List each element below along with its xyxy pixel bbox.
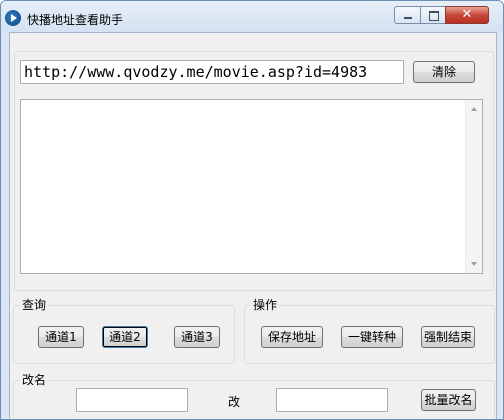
rename-from-input[interactable]: [76, 388, 188, 412]
force-end-button[interactable]: 强制结束: [421, 326, 475, 348]
close-icon: ✕: [461, 7, 473, 22]
client-area: http://www.qvodzy.me/movie.asp?id=4983 清…: [9, 32, 497, 419]
scroll-up-icon[interactable]: [471, 107, 477, 111]
rename-legend: 改名: [20, 373, 49, 387]
scroll-down-icon[interactable]: [471, 262, 477, 266]
save-address-button[interactable]: 保存地址: [261, 326, 323, 348]
output-textarea[interactable]: [20, 99, 483, 274]
minimize-button[interactable]: [394, 6, 421, 24]
rename-to-input[interactable]: [276, 388, 388, 412]
window-title: 快播地址查看助手: [27, 13, 124, 27]
close-button[interactable]: ✕: [445, 6, 489, 24]
batch-rename-button[interactable]: 批量改名: [421, 389, 476, 411]
url-input[interactable]: http://www.qvodzy.me/movie.asp?id=4983: [20, 60, 404, 84]
channel1-button[interactable]: 通道1: [38, 326, 84, 348]
convert-seed-button[interactable]: 一键转种: [341, 326, 403, 348]
vertical-scrollbar[interactable]: [465, 100, 482, 273]
ops-legend: 操作: [251, 298, 280, 312]
rename-to-label: 改: [228, 395, 241, 409]
channel2-button[interactable]: 通道2: [102, 326, 148, 348]
clear-button[interactable]: 清除: [413, 61, 475, 83]
query-legend: 查询: [20, 298, 49, 312]
title-bar[interactable]: 快播地址查看助手 ✕: [1, 1, 503, 33]
app-logo-icon: [5, 10, 21, 26]
channel3-button[interactable]: 通道3: [174, 326, 220, 348]
app-window: 快播地址查看助手 ✕ http://www.qvodzy.me/movie.as…: [0, 0, 504, 420]
maximize-button[interactable]: [420, 6, 446, 24]
